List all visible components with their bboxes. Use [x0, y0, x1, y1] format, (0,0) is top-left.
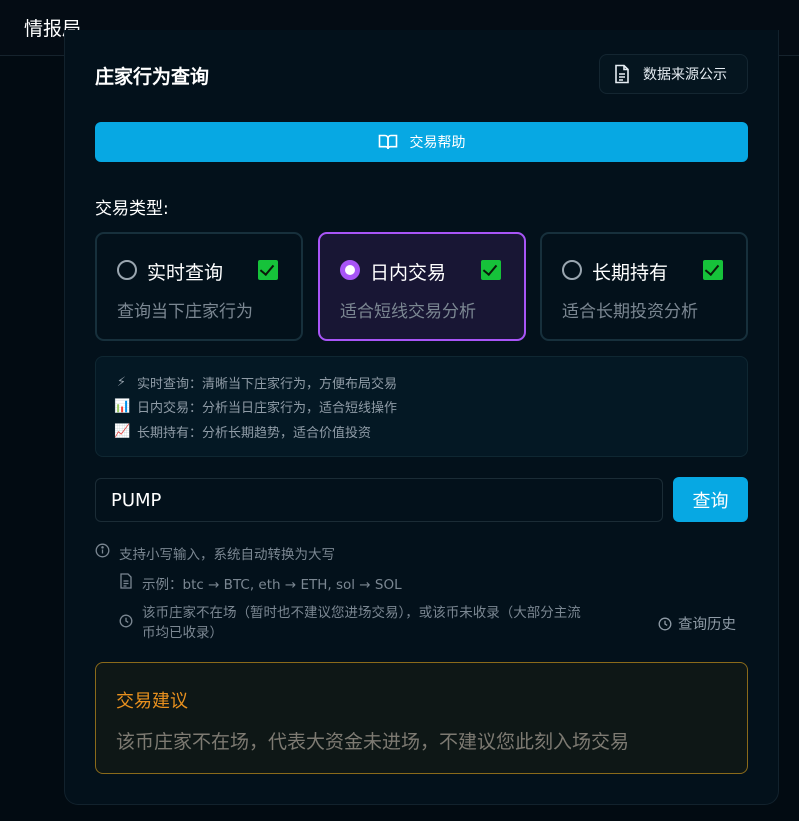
option-intraday-name: 日内交易	[370, 262, 447, 284]
info-line-longterm: 📈 长期持有：分析长期趋势，适合价值投资	[114, 422, 371, 441]
query-history-button[interactable]: 查询历史	[658, 613, 736, 634]
trade-advice-box: 交易建议 该币庄家不在场，代表大资金未进场，不建议您此刻入场交易	[95, 662, 748, 774]
data-source-button[interactable]: 数据来源公示	[599, 54, 748, 94]
info-text-longterm: 长期持有：分析长期趋势，适合价值投资	[137, 426, 372, 441]
book-open-icon	[378, 133, 398, 151]
checkbox-longterm[interactable]	[703, 260, 723, 280]
radio-longterm[interactable]	[562, 260, 582, 280]
radio-realtime[interactable]	[117, 260, 137, 280]
option-intraday-desc: 适合短线交易分析	[340, 302, 476, 322]
tip-not-present-line1: 该币庄家不在场（暂时也不建议您进场交易），或该币未收录（大部分主流	[142, 605, 581, 621]
option-longterm-name: 长期持有	[592, 262, 669, 284]
info-line-realtime: ⚡ 实时查询：清晰当下庄家行为，方便布局交易	[114, 373, 397, 392]
query-history-label: 查询历史	[678, 617, 736, 633]
tip-not-present-text: 该币庄家不在场（暂时也不建议您进场交易），或该币未收录（大部分主流 币均已收录）	[142, 603, 581, 643]
symbol-search-input[interactable]	[95, 478, 663, 522]
trend-up-icon: 📈	[114, 424, 131, 439]
option-intraday[interactable]: 日内交易 适合短线交易分析	[318, 232, 526, 341]
option-longterm-desc: 适合长期投资分析	[562, 302, 698, 322]
info-circle-icon	[95, 543, 110, 558]
history-clock-icon	[658, 617, 672, 631]
data-source-label: 数据来源公示	[643, 67, 727, 83]
option-realtime-name: 实时查询	[147, 262, 224, 284]
clock-icon	[119, 614, 133, 628]
info-text-intraday: 日内交易：分析当日庄家行为，适合短线操作	[137, 401, 398, 416]
tip-example: 示例：btc → BTC, eth → ETH, sol → SOL	[119, 573, 402, 593]
option-realtime-desc: 查询当下庄家行为	[117, 302, 253, 322]
trade-help-button[interactable]: 交易帮助	[95, 122, 748, 162]
option-realtime[interactable]: 实时查询 查询当下庄家行为	[95, 232, 303, 341]
page-title: 庄家行为查询	[95, 66, 210, 88]
trade-advice-title: 交易建议	[116, 691, 188, 712]
trade-help-label: 交易帮助	[409, 135, 466, 151]
radio-intraday[interactable]	[340, 260, 360, 280]
info-text-realtime: 实时查询：清晰当下庄家行为，方便布局交易	[137, 377, 398, 392]
lightning-icon: ⚡	[116, 375, 127, 390]
option-longterm[interactable]: 长期持有 适合长期投资分析	[540, 232, 748, 341]
checkbox-realtime[interactable]	[258, 260, 278, 280]
checkbox-intraday[interactable]	[481, 260, 501, 280]
trade-type-label: 交易类型:	[95, 199, 169, 219]
tip-lowercase: 支持小写输入，系统自动转换为大写	[95, 543, 335, 563]
query-button[interactable]: 查询	[673, 477, 748, 522]
tip-not-present: 该币庄家不在场（暂时也不建议您进场交易），或该币未收录（大部分主流 币均已收录）	[119, 603, 644, 643]
tip-example-text: 示例：btc → BTC, eth → ETH, sol → SOL	[142, 577, 402, 593]
tip-not-present-line2: 币均已收录）	[142, 625, 223, 641]
bar-chart-icon: 📊	[114, 399, 131, 414]
tip-lowercase-text: 支持小写输入，系统自动转换为大写	[119, 547, 335, 563]
document-icon	[613, 64, 631, 84]
file-icon	[119, 573, 133, 589]
trade-advice-text: 该币庄家不在场，代表大资金未进场，不建议您此刻入场交易	[116, 731, 630, 753]
info-line-intraday: 📊 日内交易：分析当日庄家行为，适合短线操作	[114, 397, 397, 416]
trade-type-info-box: ⚡ 实时查询：清晰当下庄家行为，方便布局交易 📊 日内交易：分析当日庄家行为，适…	[95, 356, 748, 457]
